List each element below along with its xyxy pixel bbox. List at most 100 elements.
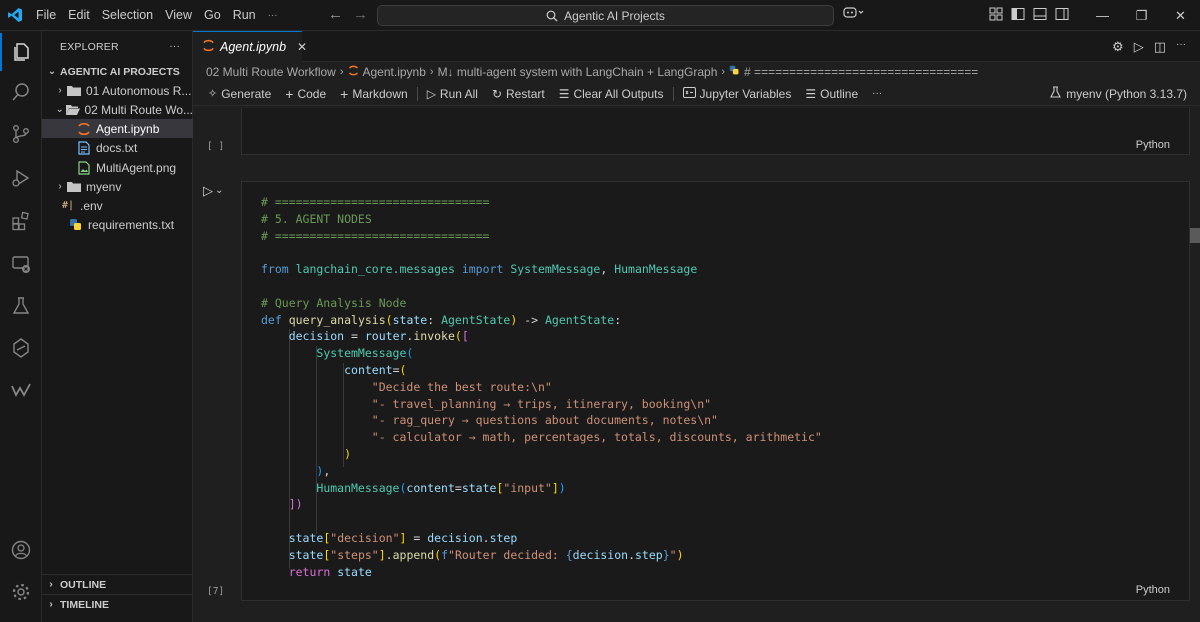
notebook-cell-agent-nodes[interactable]: # =============================== # 5. A… — [241, 181, 1190, 601]
toggle-primary-sidebar-icon[interactable] — [1011, 7, 1025, 21]
breadcrumb-markdown-heading[interactable]: M↓ multi-agent system with LangChain + L… — [438, 65, 718, 79]
customize-layout-icon[interactable] — [989, 7, 1003, 21]
tree-file-agent-ipynb[interactable]: Agent.ipynb — [42, 119, 193, 138]
editor-scrollbar-thumb[interactable] — [1190, 228, 1200, 243]
breadcrumb-file[interactable]: Agent.ipynb — [363, 65, 426, 79]
tab-agent-ipynb[interactable]: Agent.ipynb ✕ — [193, 31, 307, 62]
cell-language-label[interactable]: Python — [1136, 584, 1170, 596]
tree-file-requirements[interactable]: requirements.txt — [42, 215, 193, 234]
windsurf-icon[interactable] — [0, 371, 42, 409]
copilot-icon[interactable] — [843, 6, 865, 23]
jupyter-notebook-icon — [348, 65, 359, 79]
menu-run[interactable]: Run — [227, 0, 262, 31]
restart-button[interactable]: ↻ Restart — [485, 87, 552, 101]
remote-explorer-icon[interactable] — [0, 245, 42, 283]
testing-flask-icon[interactable] — [0, 287, 42, 325]
toggle-panel-icon[interactable] — [1033, 7, 1047, 21]
back-arrow-icon[interactable]: ← — [328, 6, 343, 23]
code-editor[interactable]: # =============================== # 5. A… — [261, 194, 822, 580]
sparkle-icon: ✧ — [208, 88, 218, 100]
variables-icon — [682, 86, 696, 101]
menu-view[interactable]: View — [159, 0, 198, 31]
cell-run-controls: ▷ ⌄ — [203, 183, 223, 199]
command-center-search[interactable]: Agentic AI Projects — [377, 5, 834, 26]
python-requirements-icon — [68, 218, 84, 232]
generate-button[interactable]: ✧ Generate — [201, 87, 278, 101]
run-debug-icon[interactable] — [0, 159, 42, 197]
add-markdown-button[interactable]: + Markdown — [333, 86, 415, 102]
toolbar-more-button[interactable]: ··· — [865, 88, 889, 99]
tree-file-multiagent-png[interactable]: MultiAgent.png — [42, 158, 193, 177]
folder-icon — [66, 180, 82, 194]
breadcrumb-code-cell[interactable]: # ================================ — [744, 65, 978, 79]
toggle-secondary-sidebar-icon[interactable] — [1055, 7, 1069, 21]
plus-icon: + — [340, 85, 349, 102]
chevron-right-icon: › — [49, 579, 53, 590]
variables-label: Jupyter Variables — [699, 86, 792, 101]
python-icon — [729, 65, 740, 79]
tree-file-docs-txt[interactable]: docs.txt — [42, 138, 193, 157]
source-control-icon[interactable] — [0, 115, 42, 153]
kernel-flask-icon — [1050, 86, 1062, 101]
kernel-picker[interactable]: myenv (Python 3.13.7) — [1050, 86, 1187, 101]
menu-go[interactable]: Go — [198, 0, 227, 31]
folder-icon — [66, 84, 82, 98]
explorer-more-icon[interactable]: ··· — [169, 41, 180, 52]
breadcrumb-folder[interactable]: 02 Multi Route Workflow — [206, 65, 336, 79]
close-window-icon[interactable]: ✕ — [1161, 0, 1200, 31]
outline-button[interactable]: ☰ Outline — [798, 87, 865, 101]
code-label: Code — [297, 86, 327, 101]
tree-folder-myenv[interactable]: › myenv — [42, 177, 193, 196]
jupyter-variables-button[interactable]: Jupyter Variables — [676, 86, 799, 101]
extensions-icon[interactable] — [0, 202, 42, 240]
close-tab-icon[interactable]: ✕ — [297, 40, 307, 54]
tree-item-label: Agent.ipynb — [96, 121, 160, 136]
run-notebook-icon[interactable]: ▷ — [1134, 39, 1144, 55]
chevron-right-icon: › — [58, 85, 62, 96]
add-code-button[interactable]: + Code — [278, 86, 333, 102]
navigation-arrows: ← → — [328, 6, 368, 23]
run-cell-icon[interactable]: ▷ — [203, 183, 213, 199]
tree-item-label: myenv — [86, 179, 122, 194]
notebook-settings-gear-icon[interactable]: ⚙ — [1112, 39, 1124, 55]
toolbar-divider — [416, 86, 418, 101]
timeline-section-header[interactable]: › TIMELINE — [42, 594, 193, 614]
tree-item-label: .env — [80, 198, 103, 213]
settings-gear-icon[interactable] — [0, 573, 42, 611]
editor-more-icon[interactable]: ··· — [1176, 39, 1186, 55]
workspace-root-label: AGENTIC AI PROJECTS — [60, 65, 180, 78]
menu-file[interactable]: File — [30, 0, 62, 31]
menu-edit[interactable]: Edit — [62, 0, 96, 31]
split-editor-icon[interactable]: ◫ — [1154, 39, 1166, 55]
account-icon[interactable] — [0, 531, 42, 569]
window-controls: — ❐ ✕ — [1083, 0, 1200, 31]
chevron-right-icon: › — [339, 66, 344, 78]
minimize-icon[interactable]: — — [1083, 0, 1122, 31]
menu-more[interactable]: ··· — [262, 0, 284, 31]
outline-section-header[interactable]: › OUTLINE — [42, 574, 193, 594]
workspace-root[interactable]: ⌄ AGENTIC AI PROJECTS — [42, 62, 193, 81]
clear-outputs-label: Clear All Outputs — [573, 86, 664, 101]
clear-outputs-button[interactable]: ☰ Clear All Outputs — [552, 87, 671, 101]
run-all-button[interactable]: ▷ Run All — [420, 87, 485, 101]
restore-icon[interactable]: ❐ — [1122, 0, 1161, 31]
search-icon[interactable] — [0, 73, 42, 111]
editor-area: Agent.ipynb ✕ ⚙ ▷ ◫ ··· 02 Multi Route W… — [193, 31, 1200, 622]
chevron-right-icon: › — [429, 66, 434, 78]
plus-icon: + — [285, 85, 294, 102]
tree-item-label: docs.txt — [96, 140, 138, 155]
tree-folder-autonomous[interactable]: › 01 Autonomous R... — [42, 81, 193, 100]
forward-arrow-icon[interactable]: → — [353, 6, 368, 23]
tree-file-env[interactable]: #| .env — [42, 196, 193, 215]
cell-language-label[interactable]: Python — [1136, 139, 1170, 151]
chevron-right-icon: › — [58, 181, 62, 192]
restart-label: Restart — [506, 86, 545, 101]
notebook-cell-previous[interactable]: Python — [241, 108, 1190, 155]
menu-selection[interactable]: Selection — [96, 0, 159, 31]
chat-extension-icon[interactable] — [0, 329, 42, 367]
explorer-icon[interactable] — [0, 33, 42, 71]
breadcrumb: 02 Multi Route Workflow › Agent.ipynb › … — [193, 62, 1200, 82]
run-options-chevron-down-icon[interactable]: ⌄ — [215, 185, 223, 199]
chevron-right-icon: › — [49, 599, 53, 610]
tree-folder-multi-route[interactable]: ⌄ 02 Multi Route Wo... — [42, 100, 193, 119]
